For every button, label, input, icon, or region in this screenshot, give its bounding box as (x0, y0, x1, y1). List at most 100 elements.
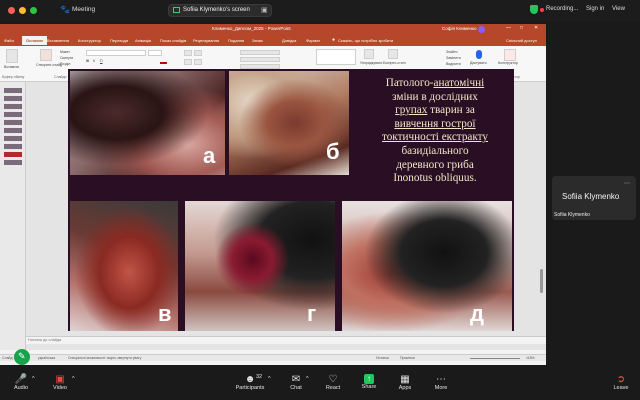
align-left-icon[interactable] (184, 59, 192, 65)
italic-button[interactable]: К (93, 59, 95, 63)
arrange-icon[interactable] (364, 49, 374, 59)
photo-g: г (185, 201, 335, 331)
menu-file[interactable]: Файл (4, 38, 14, 43)
section-button[interactable]: Розділ (60, 62, 70, 66)
vertical-scrollbar[interactable] (540, 269, 543, 293)
menu-transitions[interactable]: Переходи (110, 38, 128, 43)
align-center-icon[interactable] (194, 59, 202, 65)
align-text-icon[interactable] (240, 57, 280, 62)
ppt-close-icon[interactable]: ✕ (534, 25, 538, 31)
leave-button[interactable]: ➲ Leave (610, 374, 632, 391)
find-button[interactable]: Знайти (446, 50, 458, 54)
select-button[interactable]: Виділити (446, 62, 461, 66)
tell-me-search[interactable]: Скажіть, що потрібно зробити (338, 38, 393, 43)
slide-thumbnail[interactable] (4, 160, 22, 165)
more-options-icon[interactable]: ⋯ (624, 180, 630, 187)
video-button[interactable]: ▣ Video (50, 374, 70, 391)
layout-button[interactable]: Макет (60, 50, 70, 54)
bullets-icon[interactable] (184, 50, 192, 56)
photo-label-b: б (326, 139, 340, 164)
window-zoom-button[interactable] (30, 7, 37, 14)
video-options-chevron-icon[interactable]: ^ (72, 376, 75, 382)
window-minimize-button[interactable] (19, 7, 26, 14)
slide-thumbnail[interactable] (4, 120, 22, 125)
ppt-minimize-icon[interactable]: — (506, 25, 511, 31)
apps-button[interactable]: ▦ Apps (396, 374, 414, 391)
dictate-button[interactable]: Диктувати (470, 61, 487, 65)
slide-thumbnail-active[interactable] (4, 152, 22, 157)
react-button[interactable]: ♡ React (324, 374, 342, 391)
slide-thumbnail[interactable] (4, 112, 22, 117)
menu-animations[interactable]: Анімація (135, 38, 151, 43)
chat-options-chevron-icon[interactable]: ^ (306, 376, 309, 382)
paste-icon[interactable] (6, 49, 18, 63)
font-name-box[interactable] (86, 50, 146, 56)
menu-slideshow[interactable]: Показ слайдів (160, 38, 186, 43)
zoom-title-bar: 🐾 Meeting Sofiia Klymenko's screen ▣ Rec… (0, 0, 640, 22)
text-direction-icon[interactable] (240, 50, 280, 55)
audio-options-chevron-icon[interactable]: ^ (32, 376, 35, 382)
designer-button[interactable]: Конструктор (498, 61, 518, 65)
quick-styles-button[interactable]: Експрес-стилі (383, 61, 406, 65)
status-language[interactable]: українська (38, 356, 55, 360)
paste-button[interactable]: Вставити (4, 65, 19, 69)
slide-thumbnail[interactable] (4, 104, 22, 109)
underline-button[interactable]: П (100, 59, 103, 63)
numbering-icon[interactable] (194, 50, 202, 56)
window-close-button[interactable] (8, 7, 15, 14)
menu-record[interactable]: Запис (252, 38, 263, 43)
view-button[interactable]: View (612, 6, 625, 12)
status-comments[interactable]: Примітки (400, 356, 415, 360)
slide[interactable]: а б в г д Патолого-анатомічні зміни в до… (68, 69, 514, 331)
recording-label[interactable]: Recording... (546, 6, 578, 12)
arrange-button[interactable]: Упорядкувати (360, 61, 382, 65)
font-size-box[interactable] (148, 50, 162, 56)
more-button[interactable]: ⋯ More (432, 374, 450, 391)
menu-review[interactable]: Рецензування (193, 38, 219, 43)
menu-design[interactable]: Конструктор (78, 38, 101, 43)
apps-icon: ▦ (400, 374, 410, 385)
new-slide-icon[interactable] (40, 49, 52, 61)
share-screen-button[interactable]: ↑ Share (360, 374, 378, 390)
microphone-icon[interactable] (476, 50, 482, 59)
slide-thumbnail[interactable] (4, 136, 22, 141)
heart-icon: ♡ (328, 374, 338, 385)
chat-button[interactable]: ✉ Chat (288, 374, 304, 391)
slide-thumbnail[interactable] (4, 128, 22, 133)
shield-icon[interactable] (530, 5, 538, 14)
share-button[interactable]: Спільний доступ (506, 38, 537, 43)
new-slide-button[interactable]: Створити слайд (36, 63, 62, 67)
menu-insert[interactable]: Вставлення (47, 38, 69, 43)
minimize-share-icon[interactable]: ▣ (261, 6, 268, 14)
bold-button[interactable]: Ж (86, 59, 89, 63)
status-accessibility[interactable]: Спеціальні можливості: варто звернути ув… (68, 356, 141, 360)
slide-thumbnail[interactable] (4, 88, 22, 93)
participants-options-chevron-icon[interactable]: ^ (268, 376, 271, 382)
status-notes[interactable]: Нотатки (376, 356, 389, 360)
font-color-icon[interactable] (160, 62, 167, 64)
reset-button[interactable]: Скинути (60, 56, 73, 60)
audio-button[interactable]: 🎤 Audio (12, 374, 30, 391)
slide-thumbnail[interactable] (4, 96, 22, 101)
menu-home[interactable]: Основне (22, 36, 48, 45)
screen-share-indicator[interactable]: Sofiia Klymenko's screen ▣ (168, 4, 272, 17)
shapes-gallery[interactable] (316, 49, 356, 65)
participant-display-name: Sofiia Klymenko (562, 192, 620, 201)
ppt-maximize-icon[interactable]: □ (520, 25, 523, 31)
menu-format[interactable]: Формат (306, 38, 320, 43)
menu-help[interactable]: Довідка (282, 38, 296, 43)
slide-thumbnail-pane[interactable] (0, 82, 26, 350)
replace-button[interactable]: Замінити (446, 56, 461, 60)
slide-thumbnail[interactable] (4, 144, 22, 149)
status-zoom[interactable]: 118% (526, 356, 535, 360)
slide-title-text[interactable]: Патолого-анатомічні зміни в дослідних гр… (360, 77, 510, 186)
designer-icon[interactable] (504, 49, 516, 61)
annotate-pencil-button[interactable]: ✎ (14, 349, 30, 365)
menu-view[interactable]: Подання (228, 38, 244, 43)
participant-video-tile[interactable]: Sofiia Klymenko Sofiia Klymenko ⋯ (552, 176, 636, 220)
participant-name-label: Sofiia Klymenko (554, 212, 590, 218)
quick-styles-icon[interactable] (388, 49, 398, 59)
zoom-slider[interactable] (470, 358, 520, 359)
notes-pane[interactable]: Нотатки до слайда (26, 336, 546, 344)
sign-in-link[interactable]: Sign in (586, 6, 604, 12)
